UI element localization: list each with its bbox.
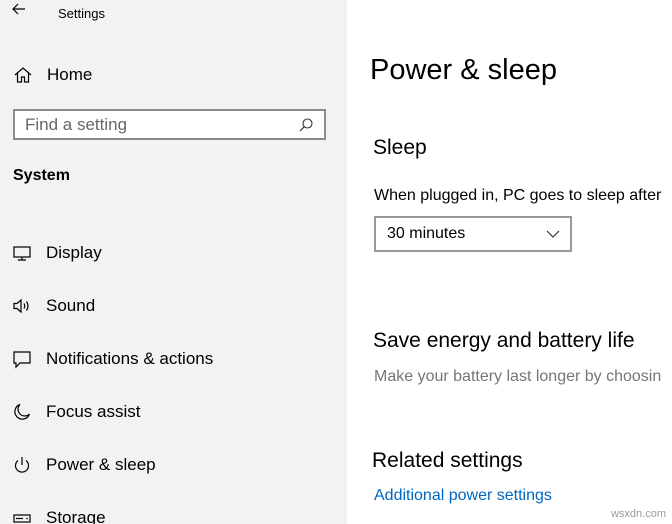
speaker-icon [10, 294, 34, 318]
monitor-icon [10, 241, 34, 265]
search-icon[interactable] [296, 115, 316, 135]
sidebar-item-label: Storage [46, 507, 106, 524]
sidebar-item-sound[interactable]: Sound [0, 279, 347, 332]
plugged-in-sleep-dropdown[interactable]: 30 minutes [374, 216, 572, 252]
page-title: Power & sleep [370, 54, 557, 86]
sidebar-nav-list: Display Sound Notifications & actions Fo… [0, 226, 347, 524]
related-settings-title: Related settings [372, 449, 523, 472]
home-nav-item[interactable]: Home [0, 60, 347, 90]
search-input[interactable] [15, 110, 296, 139]
storage-icon [10, 506, 34, 524]
sidebar-item-display[interactable]: Display [0, 226, 347, 279]
app-title: Settings [58, 6, 105, 21]
dropdown-value: 30 minutes [387, 225, 466, 242]
sidebar-item-label: Power & sleep [46, 454, 156, 474]
sidebar-item-storage[interactable]: Storage [0, 491, 347, 524]
sidebar-item-notifications[interactable]: Notifications & actions [0, 332, 347, 385]
home-icon [11, 63, 35, 87]
additional-power-settings-link[interactable]: Additional power settings [374, 487, 552, 505]
sleep-section-title: Sleep [373, 136, 427, 159]
main-content: Power & sleep Sleep When plugged in, PC … [347, 0, 672, 524]
sidebar-item-label: Sound [46, 295, 96, 315]
power-icon [10, 453, 34, 477]
back-button[interactable] [8, 0, 30, 22]
message-icon [10, 347, 34, 371]
sidebar-item-label: Notifications & actions [46, 348, 214, 368]
sidebar-item-focus-assist[interactable]: Focus assist [0, 385, 347, 438]
back-arrow-icon [12, 2, 26, 20]
sidebar-item-label: Display [46, 242, 102, 262]
energy-section-title: Save energy and battery life [373, 329, 635, 352]
home-label: Home [47, 65, 93, 84]
chevron-down-icon [546, 227, 560, 241]
moon-icon [10, 400, 34, 424]
sidebar: Settings Home System [0, 0, 347, 524]
watermark: wsxdn.com [610, 508, 666, 520]
section-heading-system: System [13, 167, 70, 184]
energy-description: Make your battery last longer by choosin [374, 368, 662, 385]
sidebar-item-power-sleep[interactable]: Power & sleep [0, 438, 347, 491]
plugged-in-sleep-label: When plugged in, PC goes to sleep after [374, 187, 662, 204]
settings-window: Settings Home System [0, 0, 672, 524]
search-box[interactable] [13, 109, 326, 140]
sidebar-item-label: Focus assist [46, 401, 141, 421]
